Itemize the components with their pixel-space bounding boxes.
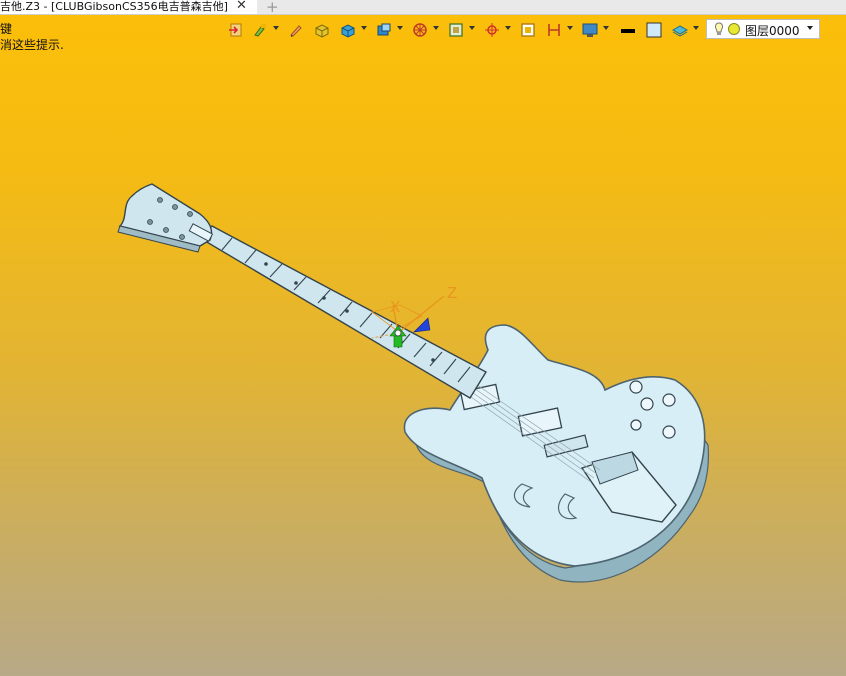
chevron-down-icon[interactable] — [433, 26, 439, 30]
monitor-button[interactable] — [580, 19, 610, 41]
chevron-down-icon[interactable] — [807, 26, 813, 30]
fill-swatch — [646, 22, 662, 38]
origin-handle[interactable] — [394, 329, 402, 337]
x-axis-label: X — [390, 298, 400, 316]
headstock — [118, 183, 213, 247]
layer-status-icon[interactable] — [728, 23, 742, 37]
chevron-down-icon[interactable] — [693, 26, 699, 30]
guitar-model[interactable] — [117, 183, 710, 583]
chevron-down-icon[interactable] — [273, 26, 279, 30]
new-tab-icon[interactable]: + — [266, 0, 279, 16]
close-icon[interactable]: ✕ — [236, 0, 247, 12]
view-toolbar — [226, 19, 706, 41]
dimension-icon — [548, 24, 560, 36]
hint-line-1: 键 — [0, 22, 13, 36]
3d-viewport[interactable]: X Z — [0, 42, 846, 676]
wheel-icon — [413, 23, 427, 37]
layer-name: 图层0000 — [745, 24, 800, 38]
dimension-button[interactable] — [544, 19, 574, 41]
paint-brush-icon — [254, 24, 266, 37]
target-button[interactable] — [482, 19, 512, 41]
chevron-down-icon[interactable] — [469, 26, 475, 30]
document-tab[interactable]: 吉他.Z3 - [CLUBGibsonCS356电吉普森吉他] ✕ — [0, 0, 257, 14]
document-tab-title: 吉他.Z3 - [CLUBGibsonCS356电吉普森吉他] — [0, 0, 228, 13]
layer-dropdown[interactable]: 图层0000 — [706, 19, 820, 39]
chevron-down-icon[interactable] — [603, 26, 609, 30]
layer-stack-button[interactable] — [670, 19, 700, 41]
z-axis-label: Z — [447, 284, 457, 302]
chevron-down-icon[interactable] — [397, 26, 403, 30]
wheel-button[interactable] — [410, 19, 440, 41]
target-icon — [485, 23, 499, 37]
shaded-box-button[interactable] — [338, 19, 368, 41]
view-cube-icon — [377, 23, 391, 36]
view-cube-button[interactable] — [374, 19, 404, 41]
line-color-swatch — [621, 29, 635, 33]
chevron-down-icon[interactable] — [567, 26, 573, 30]
frame-icon — [449, 23, 463, 37]
solid-box-icon — [315, 24, 329, 38]
z-arrow-handle[interactable] — [413, 317, 431, 333]
chevron-down-icon[interactable] — [361, 26, 367, 30]
frame-button[interactable] — [446, 19, 476, 41]
chevron-down-icon[interactable] — [505, 26, 511, 30]
paint-brush-button[interactable] — [250, 19, 280, 41]
shaded-box-icon — [341, 24, 355, 38]
monitor-icon — [582, 23, 598, 37]
lightbulb-icon[interactable] — [712, 22, 726, 36]
layer-stack-icon — [672, 25, 688, 37]
export-icon — [229, 23, 242, 37]
square-select-icon — [521, 23, 535, 37]
document-tab-bar: 吉他.Z3 - [CLUBGibsonCS356电吉普森吉他] ✕ + — [0, 0, 846, 16]
pencil-icon — [290, 25, 302, 37]
